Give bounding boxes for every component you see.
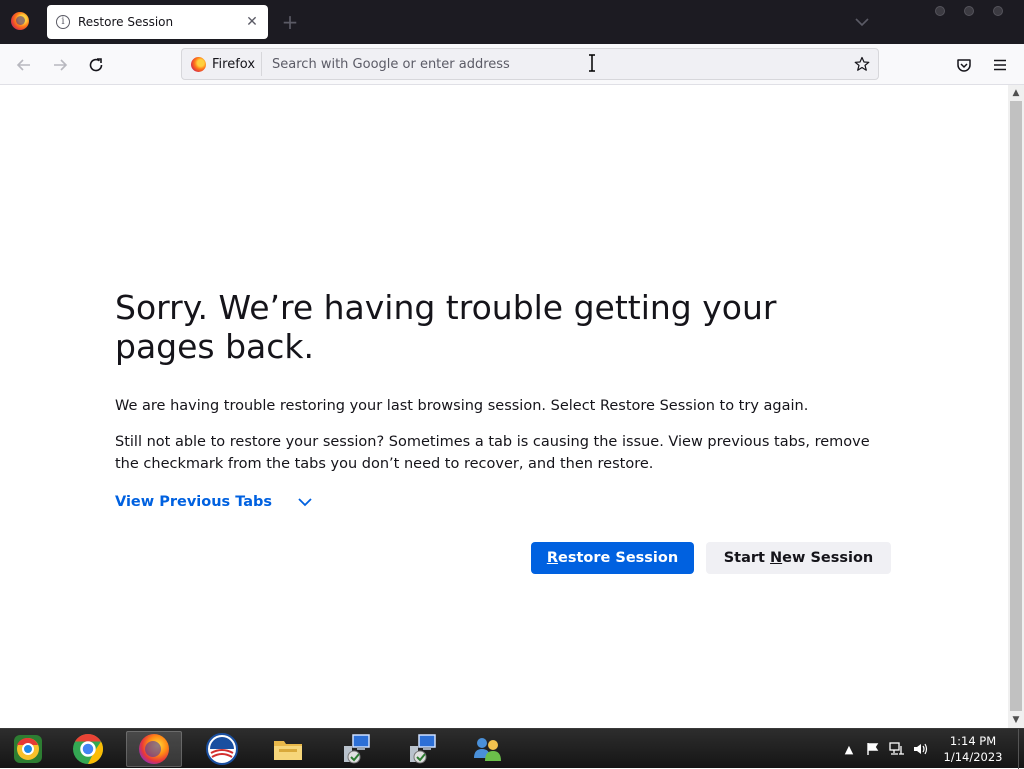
taskbar: ▲ 1:14 PM 1/14/2023 <box>0 728 1024 769</box>
chevron-down-icon[interactable] <box>852 12 872 32</box>
page-content: Sorry. We’re having trouble getting your… <box>0 85 1008 728</box>
chrome-icon[interactable] <box>60 731 116 767</box>
forward-button[interactable] <box>47 52 73 78</box>
maximize-button[interactable] <box>964 6 974 16</box>
help-text: Still not able to restore your session? … <box>115 434 870 472</box>
identity-label: Firefox <box>212 56 256 72</box>
start-new-session-label: Start New Session <box>723 550 874 566</box>
show-hidden-icons-icon[interactable]: ▲ <box>840 740 858 758</box>
restore-session-label: Restore Session <box>546 550 679 566</box>
tab-title: Restore Session <box>78 15 174 29</box>
back-button[interactable] <box>11 52 37 78</box>
users-icon[interactable] <box>460 731 516 767</box>
hamburger-menu-icon <box>994 59 1006 71</box>
description-text: We are having trouble restoring your las… <box>115 398 809 414</box>
info-icon: i <box>56 15 70 29</box>
action-center-flag-icon[interactable] <box>864 740 882 758</box>
clock-date: 1/14/2023 <box>943 750 1003 764</box>
system-tray: ▲ 1:14 PM 1/14/2023 <box>834 729 1024 769</box>
address-bar[interactable]: Firefox <box>181 48 879 80</box>
chrome-canary-icon[interactable] <box>0 731 56 767</box>
close-tab-icon[interactable]: ✕ <box>242 12 262 32</box>
new-tab-icon[interactable]: + <box>280 12 300 32</box>
close-window-button[interactable] <box>993 6 1003 16</box>
page-title: Sorry. We’re having trouble getting your… <box>115 288 777 366</box>
network-install-icon-1[interactable] <box>328 731 384 767</box>
url-input[interactable] <box>272 52 850 76</box>
bookmark-star-icon[interactable] <box>850 52 874 76</box>
view-previous-tabs-toggle[interactable]: View Previous Tabs <box>115 493 314 511</box>
volume-icon[interactable] <box>912 740 930 758</box>
navigation-toolbar: Firefox <box>0 44 1024 85</box>
firefox-menu-icon[interactable] <box>11 12 29 30</box>
chevron-down-icon <box>298 498 312 507</box>
system-clock[interactable]: 1:14 PM 1/14/2023 <box>942 733 1004 765</box>
scroll-up-arrow-icon[interactable]: ▲ <box>1008 85 1024 101</box>
network-icon[interactable] <box>888 740 906 758</box>
show-desktop-button[interactable] <box>1018 729 1024 769</box>
scroll-down-arrow-icon[interactable]: ▼ <box>1008 712 1024 728</box>
start-new-session-button[interactable]: Start New Session <box>706 542 891 574</box>
scroll-thumb[interactable] <box>1010 101 1022 711</box>
arrow-right-icon <box>54 59 68 71</box>
identity-box[interactable]: Firefox <box>186 52 263 76</box>
firefox-icon <box>191 56 206 72</box>
pocket-button[interactable] <box>951 52 977 78</box>
text-cursor-icon <box>588 54 596 72</box>
app-menu-button[interactable] <box>987 52 1013 78</box>
arrow-left-icon <box>16 59 30 71</box>
pocket-icon <box>957 59 971 72</box>
clock-time: 1:14 PM <box>949 734 997 748</box>
firefox-icon[interactable] <box>126 731 182 767</box>
file-explorer-icon[interactable] <box>260 731 316 767</box>
title-bar: i Restore Session ✕ + <box>0 0 1024 44</box>
vertical-scrollbar[interactable]: ▲ ▼ <box>1008 85 1024 728</box>
reload-button[interactable] <box>83 52 109 78</box>
obama-logo-icon[interactable] <box>194 731 250 767</box>
tab-restore-session[interactable]: i Restore Session ✕ <box>47 5 268 39</box>
reload-icon <box>89 58 103 72</box>
network-install-icon-2[interactable] <box>394 731 450 767</box>
restore-session-button[interactable]: Restore Session <box>531 542 694 574</box>
view-previous-tabs-label: View Previous Tabs <box>115 494 273 510</box>
minimize-button[interactable] <box>935 6 945 16</box>
